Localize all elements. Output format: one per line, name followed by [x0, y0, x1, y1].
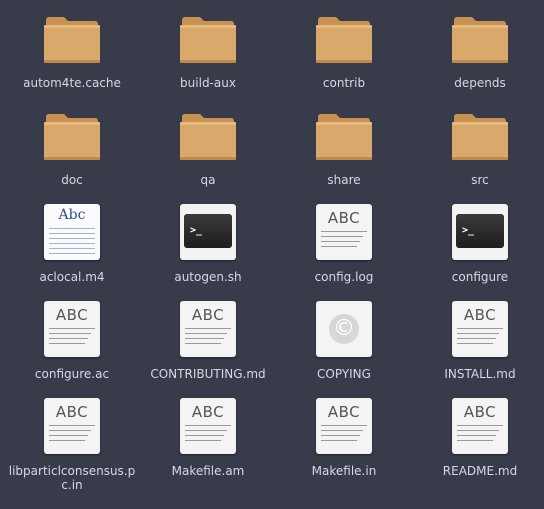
- text-file-icon: ABC: [42, 396, 102, 456]
- terminal-script-icon: >_: [450, 202, 510, 262]
- file-label: src: [471, 173, 489, 187]
- file-label: contrib: [322, 76, 366, 90]
- file-label: share: [327, 173, 361, 187]
- text-file-icon: ABC: [42, 299, 102, 359]
- file-label: README.md: [442, 464, 518, 478]
- file-label: COPYING: [317, 367, 371, 381]
- text-file-icon: ABC: [450, 299, 510, 359]
- text-file-icon: ABC: [314, 396, 374, 456]
- file-item-install-md[interactable]: ABC INSTALL.md: [412, 299, 544, 381]
- m4-file-icon: Abc: [42, 202, 102, 262]
- file-item-makefile-am[interactable]: ABC Makefile.am: [140, 396, 276, 478]
- file-label: build-aux: [180, 76, 236, 90]
- terminal-script-icon: >_: [178, 202, 238, 262]
- file-label: autom4te.cache: [23, 76, 121, 90]
- file-label: INSTALL.md: [444, 367, 516, 381]
- file-item-configure[interactable]: >_ configure: [412, 202, 544, 284]
- file-label: configure: [451, 270, 509, 284]
- folder-icon: [178, 105, 238, 165]
- file-label: depends: [454, 76, 506, 90]
- file-item-build-aux[interactable]: build-aux: [140, 8, 276, 90]
- file-item-depends[interactable]: depends: [412, 8, 544, 90]
- folder-icon: [42, 8, 102, 68]
- file-item-makefile-in[interactable]: ABC Makefile.in: [276, 396, 412, 478]
- folder-icon: [42, 105, 102, 165]
- file-label: CONTRIBUTING.md: [150, 367, 266, 381]
- file-item-libparticlconsensus-pc-in[interactable]: ABC libparticlconsensus.pc.in: [4, 396, 140, 492]
- file-label: Makefile.in: [311, 464, 377, 478]
- file-item-doc[interactable]: doc: [4, 105, 140, 187]
- file-item-qa[interactable]: qa: [140, 105, 276, 187]
- text-file-icon: ABC: [178, 299, 238, 359]
- folder-icon: [450, 8, 510, 68]
- file-item-autom4te-cache[interactable]: autom4te.cache: [4, 8, 140, 90]
- file-label: configure.ac: [34, 367, 110, 381]
- file-label: libparticlconsensus.pc.in: [8, 464, 136, 492]
- text-file-icon: ABC: [178, 396, 238, 456]
- file-item-share[interactable]: share: [276, 105, 412, 187]
- copyright-file-icon: ©: [314, 299, 374, 359]
- file-item-src[interactable]: src: [412, 105, 544, 187]
- folder-icon: [178, 8, 238, 68]
- text-file-icon: ABC: [314, 202, 374, 262]
- file-label: aclocal.m4: [39, 270, 105, 284]
- file-label: doc: [61, 173, 83, 187]
- file-item-contributing-md[interactable]: ABC CONTRIBUTING.md: [140, 299, 276, 381]
- file-item-readme-md[interactable]: ABC README.md: [412, 396, 544, 478]
- file-item-copying[interactable]: © COPYING: [276, 299, 412, 381]
- file-item-config-log[interactable]: ABC config.log: [276, 202, 412, 284]
- folder-icon: [314, 105, 374, 165]
- file-label: qa: [200, 173, 216, 187]
- folder-icon: [450, 105, 510, 165]
- file-item-configure-ac[interactable]: ABC configure.ac: [4, 299, 140, 381]
- file-label: config.log: [314, 270, 374, 284]
- file-grid: autom4te.cache build-aux contrib depends doc…: [0, 0, 544, 509]
- file-label: Makefile.am: [171, 464, 245, 478]
- file-item-aclocal-m4[interactable]: Abc aclocal.m4: [4, 202, 140, 284]
- file-item-autogen-sh[interactable]: >_ autogen.sh: [140, 202, 276, 284]
- file-item-contrib[interactable]: contrib: [276, 8, 412, 90]
- file-label: autogen.sh: [174, 270, 242, 284]
- text-file-icon: ABC: [450, 396, 510, 456]
- folder-icon: [314, 8, 374, 68]
